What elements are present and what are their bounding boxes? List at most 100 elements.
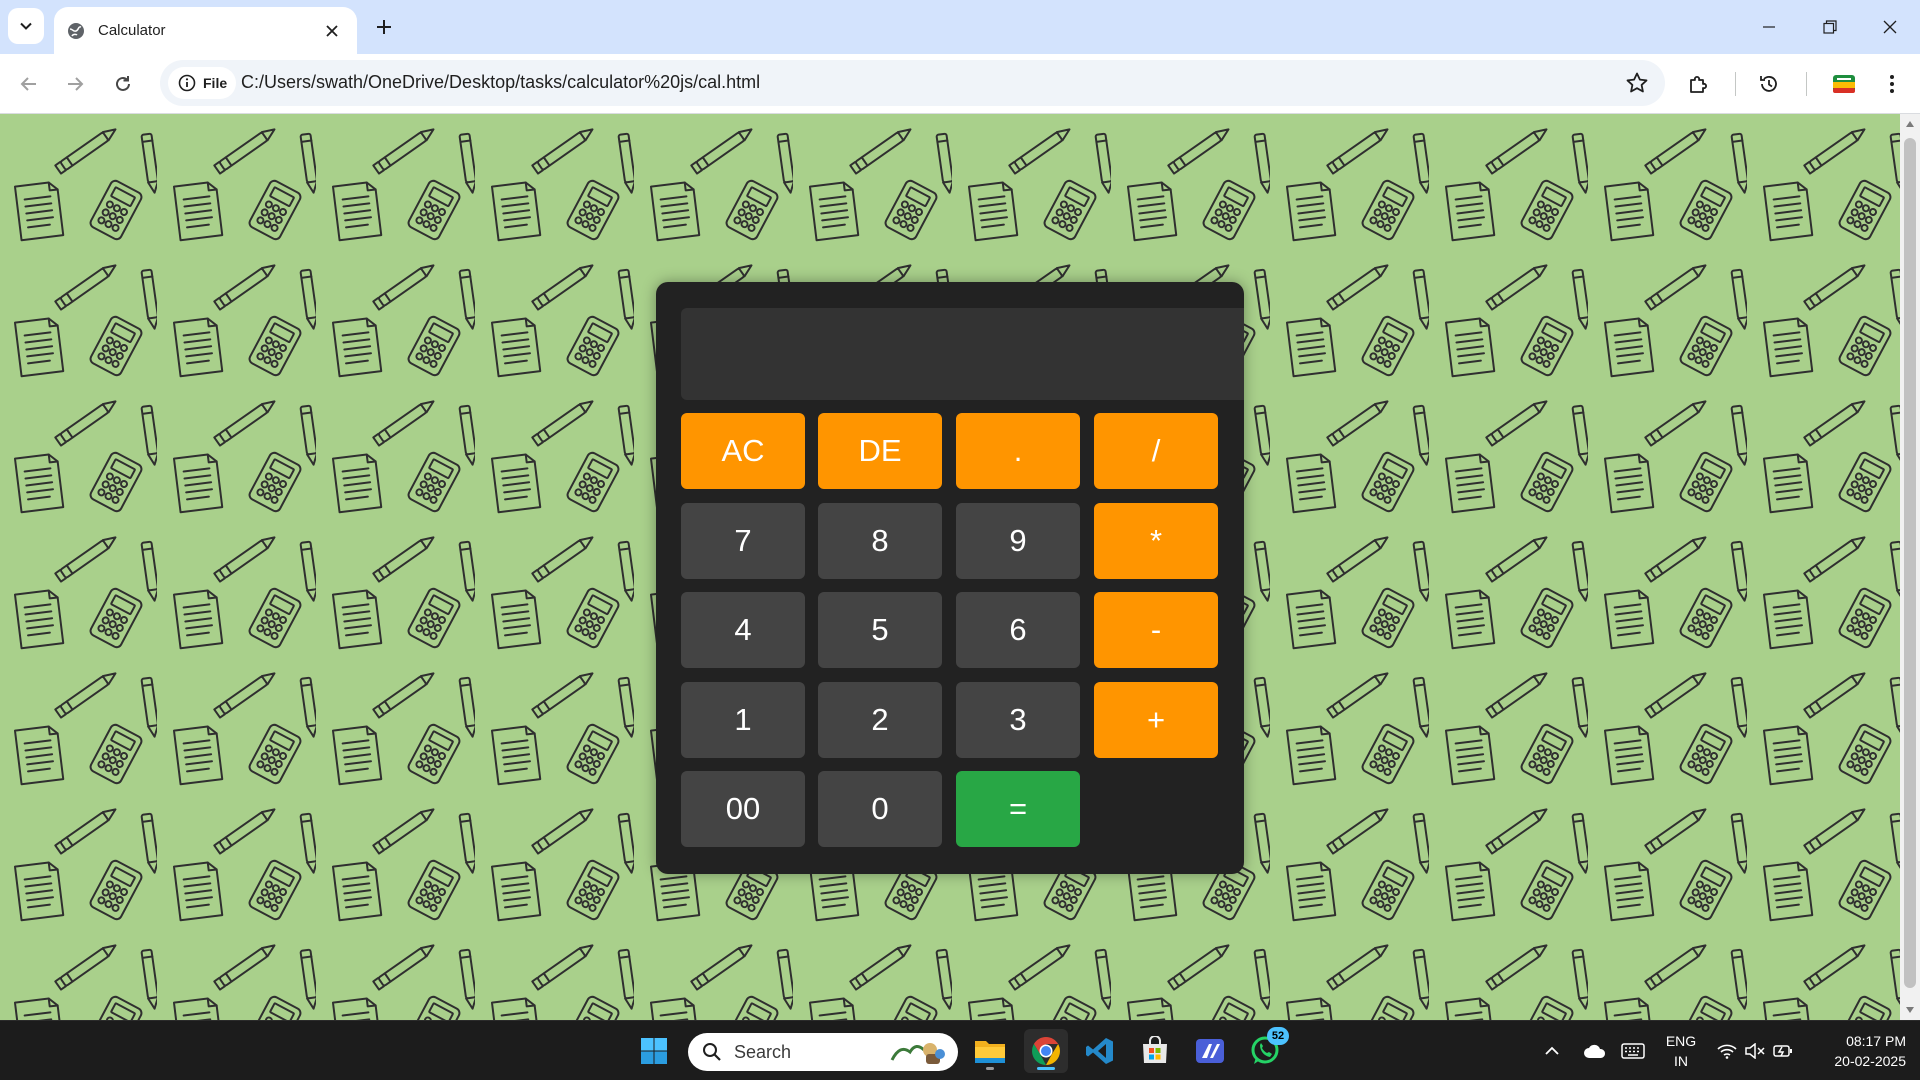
language-code: ENG (1665, 1033, 1697, 1049)
profile-avatar-icon (1833, 75, 1855, 93)
minimize-button[interactable] (1739, 0, 1799, 54)
pinned-app-button[interactable] (1188, 1029, 1232, 1073)
more-vertical-icon (1890, 75, 1894, 93)
show-hidden-icons-button[interactable] (1540, 1021, 1564, 1080)
windows-taskbar: Search 52 ENG IN 08:17 PM 20-02-2025 (0, 1020, 1920, 1080)
vscode-icon (1086, 1038, 1113, 1064)
chrome-icon (1032, 1037, 1060, 1065)
add-button[interactable]: + (1094, 682, 1218, 758)
whatsapp-button[interactable]: 52 (1243, 1027, 1289, 1073)
bookmark-star-icon[interactable] (1625, 71, 1649, 95)
arrow-left-icon (20, 77, 36, 91)
delete-button[interactable]: DE (818, 413, 942, 489)
volume-status[interactable] (1742, 1021, 1768, 1080)
search-icon (703, 1043, 721, 1061)
extensions-button[interactable] (1681, 66, 1717, 102)
info-icon (178, 74, 196, 92)
browser-toolbar: File C:/Users/swath/OneDrive/Desktop/tas… (0, 54, 1920, 114)
multiply-button[interactable]: * (1094, 503, 1218, 579)
digit-3-button[interactable]: 3 (956, 682, 1080, 758)
profile-button[interactable] (1826, 66, 1862, 102)
site-info-chip[interactable]: File (168, 67, 236, 99)
digit-4-button[interactable]: 4 (681, 592, 805, 668)
page-scrollbar[interactable] (1900, 114, 1920, 1020)
globe-icon (68, 22, 84, 39)
history-icon (1760, 76, 1777, 92)
decimal-point-button[interactable]: . (956, 413, 1080, 489)
tab-search-button[interactable] (8, 8, 44, 44)
chevron-down-icon (20, 22, 32, 30)
back-button[interactable] (11, 66, 47, 102)
onedrive-button[interactable] (1580, 1021, 1610, 1080)
search-placeholder: Search (734, 1041, 792, 1062)
new-tab-button[interactable] (370, 13, 398, 41)
taskbar-clock[interactable]: 08:17 PM 20-02-2025 (1808, 1031, 1906, 1071)
windows-start-icon (641, 1038, 667, 1064)
browser-tab-strip: Calculator (0, 0, 1920, 54)
wifi-status[interactable] (1714, 1021, 1740, 1080)
keyboard-icon (1621, 1043, 1645, 1059)
digit-8-button[interactable]: 8 (818, 503, 942, 579)
wifi-icon (1717, 1044, 1737, 1059)
calculator: AC DE . / 7 8 9 * 4 5 6 - 1 2 3 + 00 0 = (656, 282, 1244, 874)
calculator-display[interactable] (681, 308, 1244, 400)
clear-all-button[interactable]: AC (681, 413, 805, 489)
digit-5-button[interactable]: 5 (818, 592, 942, 668)
digit-1-button[interactable]: 1 (681, 682, 805, 758)
screen: Calculator File C:/Users/swath/OneDrive/… (0, 0, 1920, 1080)
url-text[interactable]: C:/Users/swath/OneDrive/Desktop/tasks/ca… (241, 72, 760, 93)
microsoft-store-button[interactable] (1133, 1029, 1177, 1073)
close-icon (1883, 20, 1897, 34)
restore-icon (1823, 20, 1837, 34)
volume-muted-icon (1745, 1043, 1765, 1059)
app-icon (1196, 1039, 1224, 1063)
browser-menu-button[interactable] (1874, 66, 1910, 102)
cloud-icon (1584, 1044, 1606, 1058)
tab-calculator[interactable]: Calculator (54, 7, 357, 54)
double-zero-button[interactable]: 00 (681, 771, 805, 847)
close-tab-icon[interactable] (321, 20, 343, 42)
chrome-button[interactable] (1024, 1029, 1068, 1073)
notification-badge: 52 (1267, 1027, 1289, 1045)
taskbar-search-box[interactable]: Search (688, 1033, 958, 1071)
touch-keyboard-button[interactable] (1618, 1021, 1648, 1080)
input-language-indicator[interactable]: ENG IN (1660, 1031, 1702, 1071)
reload-button[interactable] (105, 66, 141, 102)
scroll-up-arrow-icon[interactable] (1904, 118, 1916, 130)
puzzle-icon (1690, 76, 1707, 93)
clock-date: 20-02-2025 (1834, 1053, 1906, 1069)
reload-icon (116, 76, 130, 91)
digit-9-button[interactable]: 9 (956, 503, 1080, 579)
arrow-right-icon (68, 77, 84, 91)
digit-0-button[interactable]: 0 (818, 771, 942, 847)
scrollbar-thumb[interactable] (1904, 138, 1916, 988)
forward-button[interactable] (57, 66, 93, 102)
file-explorer-button[interactable] (968, 1029, 1012, 1073)
clock-time: 08:17 PM (1846, 1033, 1906, 1049)
digit-7-button[interactable]: 7 (681, 503, 805, 579)
scheme-label: File (203, 75, 228, 91)
page-viewport: AC DE . / 7 8 9 * 4 5 6 - 1 2 3 + 00 0 = (0, 114, 1900, 1020)
vscode-button[interactable] (1078, 1029, 1122, 1073)
digit-2-button[interactable]: 2 (818, 682, 942, 758)
chevron-up-icon (1545, 1046, 1559, 1055)
divide-button[interactable]: / (1094, 413, 1218, 489)
tab-title: Calculator (98, 22, 166, 39)
digit-6-button[interactable]: 6 (956, 592, 1080, 668)
equals-button[interactable]: = (956, 771, 1080, 847)
minimize-icon (1763, 26, 1775, 28)
region-code: IN (1674, 1053, 1688, 1069)
battery-charging-icon (1773, 1045, 1792, 1057)
scroll-down-arrow-icon[interactable] (1904, 1004, 1916, 1016)
address-bar[interactable]: File C:/Users/swath/OneDrive/Desktop/tas… (160, 60, 1665, 106)
subtract-button[interactable]: - (1094, 592, 1218, 668)
plus-icon (377, 20, 391, 34)
battery-status[interactable] (1770, 1021, 1796, 1080)
start-button[interactable] (632, 1029, 676, 1073)
close-window-button[interactable] (1860, 0, 1920, 54)
search-highlight-icon (890, 1043, 945, 1064)
restore-button[interactable] (1800, 0, 1860, 54)
history-button[interactable] (1751, 66, 1787, 102)
file-explorer-icon (975, 1041, 1005, 1063)
microsoft-store-icon (1143, 1036, 1167, 1063)
